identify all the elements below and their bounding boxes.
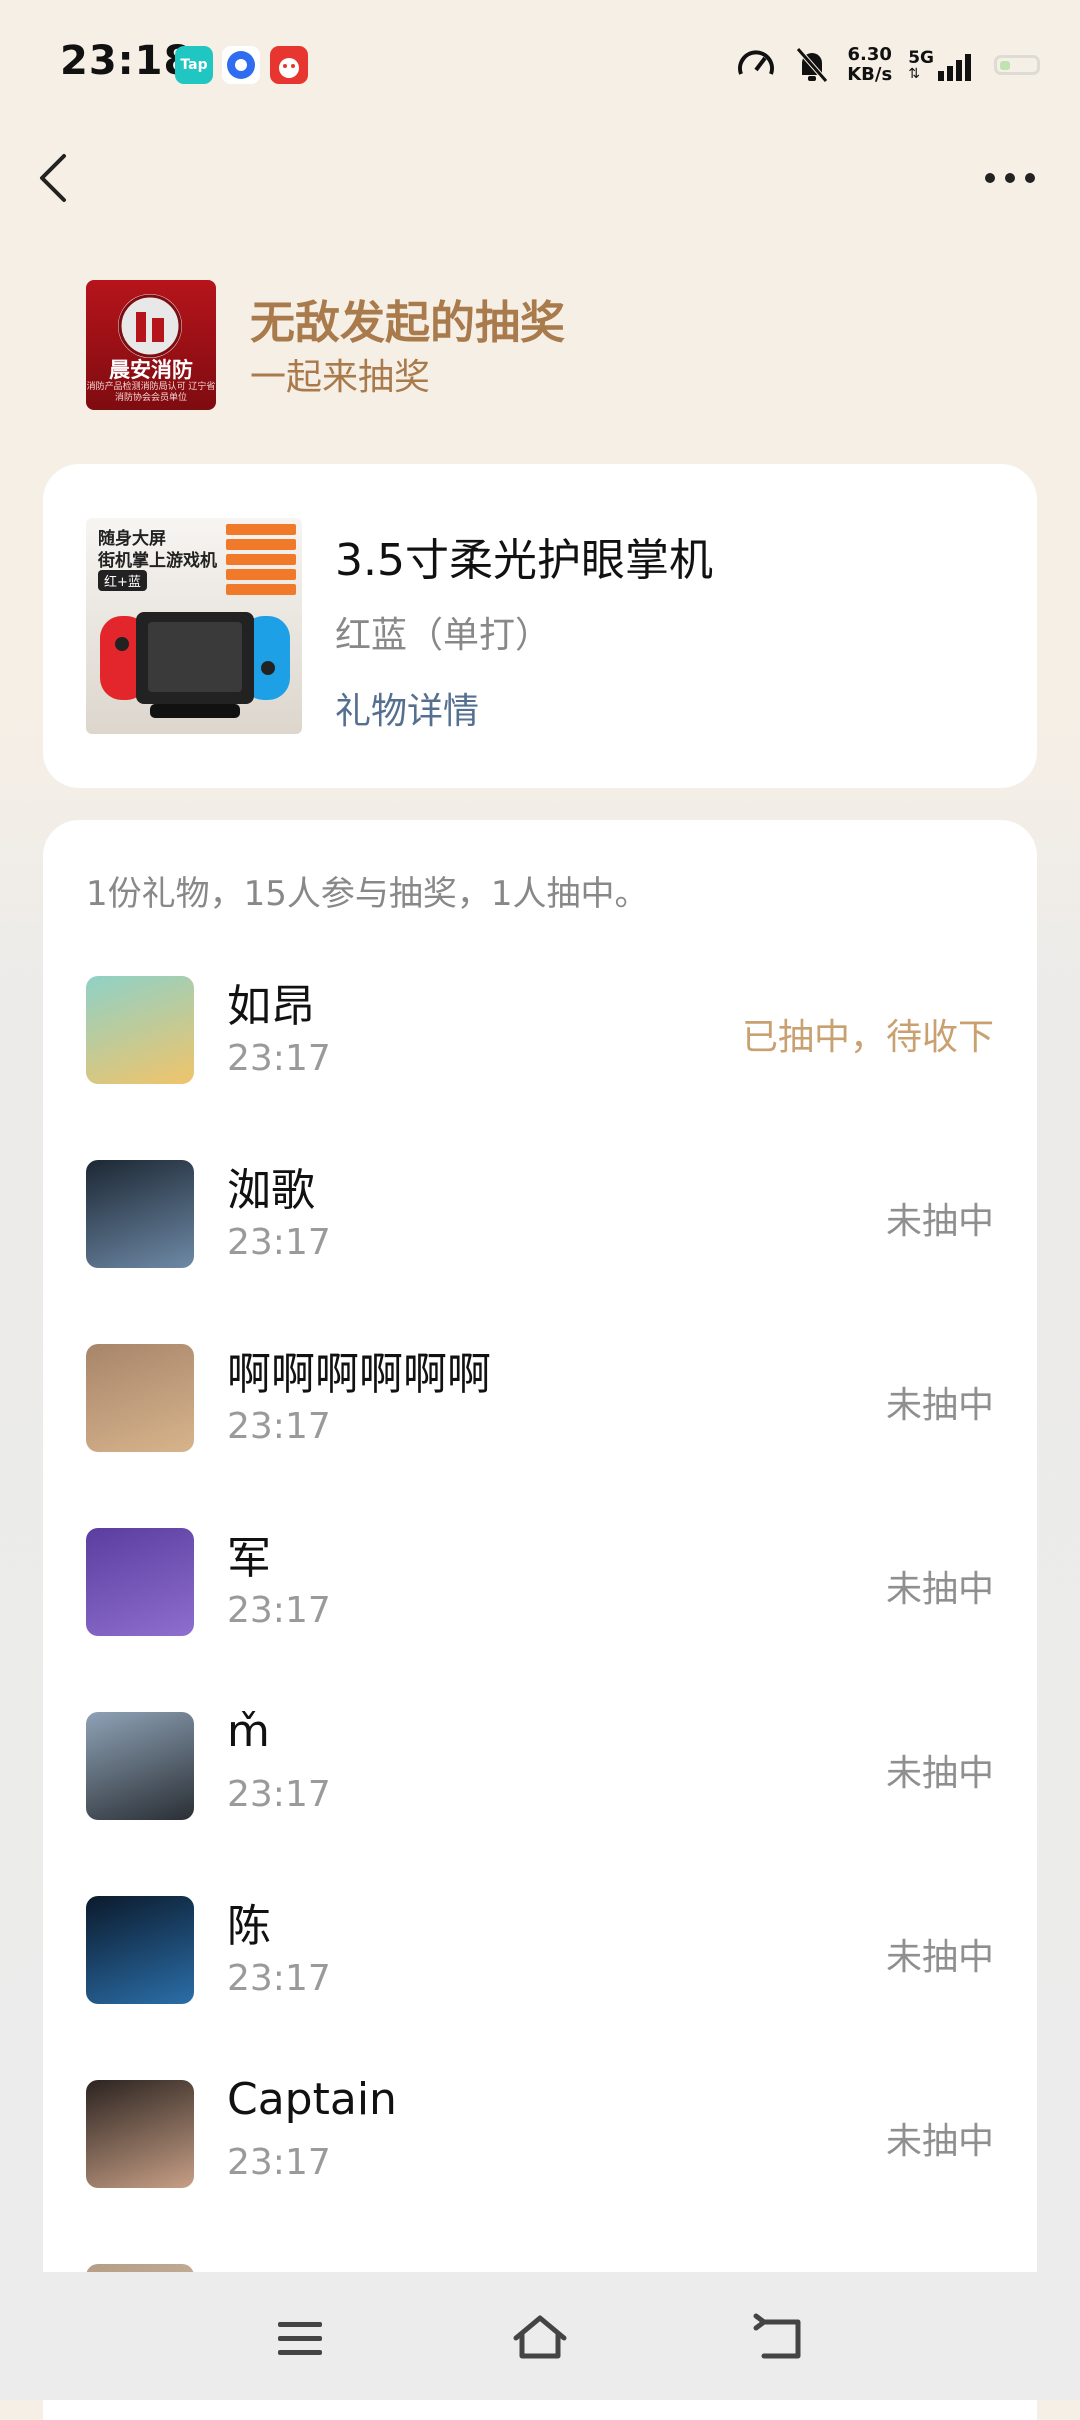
host-logo: 晨安消防 消防产品检测消防局认可 辽宁省消防协会会员单位 [86, 280, 216, 410]
list-item[interactable]: m̌ 23:17 未抽中 [43, 1706, 1037, 1896]
network-speed: 6.30 KB/s [847, 44, 893, 85]
gift-image: 随身大屏 街机掌上游戏机 红+蓝 [86, 518, 302, 734]
logo-emblem [118, 294, 182, 358]
draw-status: 未抽中 [885, 1937, 994, 1978]
handheld-console-icon [100, 612, 290, 718]
draw-status: 已抽中，待收下 [741, 1017, 994, 1058]
avatar[interactable] [86, 1712, 194, 1820]
participant-name: 洳歌 [227, 1165, 315, 1216]
participant-name: Captain [227, 2074, 397, 2125]
system-nav-bar [0, 2272, 1080, 2400]
participant-time: 23:17 [227, 1406, 331, 1447]
draw-status: 未抽中 [885, 1385, 994, 1426]
participant-time: 23:17 [227, 1038, 331, 1079]
draw-summary: 1份礼物，15人参与抽奖，1人抽中。 [86, 874, 649, 914]
participant-name: 陈 [227, 1901, 271, 1952]
host-subtitle: 一起来抽奖 [250, 357, 431, 398]
speedometer-icon [738, 50, 775, 75]
participant-list: 1份礼物，15人参与抽奖，1人抽中。 如昂 23:17 已抽中，待收下洳歌 23:17… [43, 820, 1037, 2420]
logo-text: 晨安消防 [109, 358, 193, 382]
host-title: 无敌发起的抽奖 [250, 296, 566, 349]
avatar[interactable] [86, 2080, 194, 2188]
list-item[interactable]: Captain 23:17 未抽中 [43, 2074, 1037, 2264]
cellular-signal: 5G ⇅ [908, 49, 978, 81]
signal-bars-icon [938, 53, 971, 81]
avatar[interactable] [86, 1344, 194, 1452]
list-item[interactable]: 军 23:17 未抽中 [43, 1528, 1037, 1712]
list-item[interactable]: 如昂 23:17 已抽中，待收下 [43, 976, 1037, 1160]
status-indicators: 6.30 KB/s 5G ⇅ [735, 40, 1040, 90]
list-item[interactable]: 洳歌 23:17 未抽中 [43, 1160, 1037, 1344]
draw-status: 未抽中 [885, 1201, 994, 1242]
avatar[interactable] [86, 1528, 194, 1636]
participant-time: 23:17 [227, 1774, 331, 1815]
status-time: 23:18 [60, 38, 193, 84]
blue-circle-app-icon [222, 46, 260, 84]
draw-status: 未抽中 [885, 1753, 994, 1794]
gift-details-link[interactable]: 礼物详情 [335, 682, 479, 734]
mute-bell-icon [796, 47, 829, 83]
avatar[interactable] [86, 1160, 194, 1268]
participant-time: 23:17 [227, 1222, 331, 1263]
gift-card[interactable]: 随身大屏 街机掌上游戏机 红+蓝 3.5寸柔光护眼掌机 红蓝（单打） 礼物详情 [43, 464, 1037, 788]
battery-icon [994, 55, 1040, 75]
red-shopping-app-icon [270, 46, 308, 84]
avatar[interactable] [86, 976, 194, 1084]
participant-name: 如昂 [227, 981, 315, 1032]
home-icon[interactable] [510, 2312, 570, 2364]
draw-status: 未抽中 [885, 1569, 994, 1610]
list-item[interactable]: 陈 23:17 未抽中 [43, 1896, 1037, 2080]
participant-name: m̌ [227, 1706, 270, 1757]
back-arrow-icon[interactable] [34, 150, 74, 206]
more-options-icon[interactable] [980, 160, 1040, 196]
participant-time: 23:17 [227, 1590, 331, 1631]
gift-name: 3.5寸柔光护眼掌机 [335, 535, 713, 586]
participant-time: 23:17 [227, 1958, 331, 1999]
participant-time: 23:17 [227, 2142, 331, 2183]
menu-icon[interactable] [270, 2312, 330, 2364]
status-bar: 23:18 Tap 6.30 KB/s 5G ⇅ [0, 0, 1080, 130]
avatar[interactable] [86, 1896, 194, 2004]
list-item[interactable]: 啊啊啊啊啊啊 23:17 未抽中 [43, 1344, 1037, 1528]
gift-variant: 红蓝（单打） [335, 615, 552, 656]
participant-name: 军 [227, 1533, 271, 1584]
taptap-app-icon: Tap [175, 46, 213, 84]
return-icon[interactable] [750, 2312, 810, 2364]
logo-subtext: 消防产品检测消防局认可 辽宁省消防协会会员单位 [86, 382, 216, 403]
participant-name: 啊啊啊啊啊啊 [227, 1349, 491, 1400]
lottery-host: 晨安消防 消防产品检测消防局认可 辽宁省消防协会会员单位 无敌发起的抽奖 一起来… [86, 280, 986, 412]
draw-status: 未抽中 [885, 2121, 994, 2162]
